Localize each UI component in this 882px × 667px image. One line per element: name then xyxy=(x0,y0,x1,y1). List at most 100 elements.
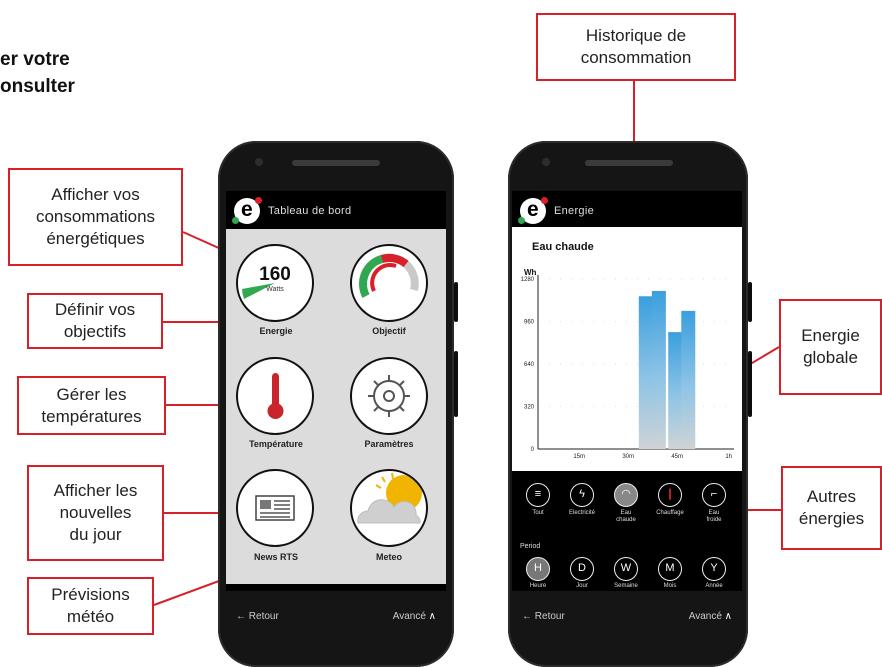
power-button xyxy=(454,282,458,322)
tile-temperature-label: Température xyxy=(249,439,303,449)
newspaper-icon xyxy=(255,495,295,521)
callout-energie-globale: Energie globale xyxy=(779,299,882,395)
back-label: Retour xyxy=(534,610,565,622)
tile-meteo-label: Meteo xyxy=(375,552,402,562)
callout-afficher-consommations: Afficher vos consommations énergétiques xyxy=(8,168,183,266)
callout-definir-objectifs: Définir vos objectifs xyxy=(27,293,163,349)
period-jour-label: Jour xyxy=(576,583,588,589)
tile-meteo[interactable] xyxy=(350,469,428,547)
dashboard-app-bar: e Tableau de bord xyxy=(226,191,446,231)
period-annee-label: Année xyxy=(705,583,723,589)
chart-bar xyxy=(668,332,683,449)
advanced-button[interactable]: Avancé ∧ xyxy=(689,611,732,622)
faucet-icon: ⌐ xyxy=(710,488,718,500)
tile-parametres-label: Paramètres xyxy=(364,439,414,449)
lightning-icon: ϟ xyxy=(579,488,585,500)
phone-dashboard: e Tableau de bord 160 Watts Energie Obje… xyxy=(218,141,458,667)
energy-electricite-button[interactable]: ϟ xyxy=(570,483,594,507)
objectif-gauge-icon xyxy=(358,253,419,298)
energy-tout-label: Tout xyxy=(532,510,544,516)
dashboard-bottom-bar: ← Retour Avancé ∧ xyxy=(226,603,446,629)
callout-autres-energies: Autres énergies xyxy=(781,466,882,550)
energy-tout-button[interactable]: ≡ xyxy=(526,483,550,507)
tile-temperature[interactable] xyxy=(236,357,314,435)
tiles-panel: 160 Watts Energie Objectif Température P… xyxy=(226,229,446,584)
back-arrow-icon: ← xyxy=(522,610,535,622)
period-semaine-button[interactable]: W xyxy=(614,557,638,581)
chevron-up-icon: ∧ xyxy=(721,610,732,622)
thermometer-icon: ❙ xyxy=(665,488,675,500)
chart-panel: Eau chaude 0 320 640 960 1280 Wh 15m 30m 45m 1h xyxy=(512,227,742,471)
y-tick-label: 320 xyxy=(524,405,535,411)
x-tick-label: 15m xyxy=(573,454,585,460)
period-mois-button[interactable]: M xyxy=(658,557,682,581)
energy-eau-chaude-label: Eau chaude xyxy=(616,510,636,523)
y-tick-label: 0 xyxy=(531,447,535,453)
chevron-up-icon: ∧ xyxy=(425,610,436,622)
front-camera xyxy=(542,158,550,166)
chart-bar xyxy=(651,290,666,449)
tile-parametres[interactable] xyxy=(350,357,428,435)
consumption-chart: 0 320 640 960 1280Wh 15m 30m 45m 1h xyxy=(521,268,734,460)
volume-button xyxy=(748,351,752,417)
period-heure-button[interactable]: H xyxy=(526,557,550,581)
energy-type-row: ≡ Tout ϟ Electricité ◠ Eau chaude ❙ Chau… xyxy=(512,477,742,535)
energy-eau-chaude-button[interactable]: ◠ xyxy=(614,483,638,507)
energy-logo-icon: e xyxy=(518,197,548,224)
tile-objectif-label: Objectif xyxy=(372,326,406,336)
energy-chauffage-button[interactable]: ❙ xyxy=(658,483,682,507)
energy-electricite-label: Electricité xyxy=(568,510,595,516)
front-camera xyxy=(255,158,263,166)
y-tick-label: 640 xyxy=(524,362,535,368)
speaker-grille xyxy=(585,160,673,166)
energie-unit: Watts xyxy=(266,286,284,293)
tile-news[interactable] xyxy=(236,469,314,547)
callout-historique: Historique de consommation xyxy=(536,13,736,81)
stack-icon: ≡ xyxy=(534,488,542,500)
energy-eau-froide-button[interactable]: ⌐ xyxy=(702,483,726,507)
x-tick-label: 45m xyxy=(671,454,683,460)
tile-energie[interactable]: 160 Watts xyxy=(236,244,314,322)
phone-energie: e Energie Eau chaude 0 320 640 960 1280 Wh 15m… xyxy=(508,141,752,667)
thermometer-icon xyxy=(267,373,284,419)
speaker-grille xyxy=(292,160,380,166)
drop-icon: ◠ xyxy=(621,488,631,500)
energy-eau-froide-label: Eau froide xyxy=(706,510,722,523)
energy-chauffage-label: Chauffage xyxy=(656,510,684,516)
callout-gerer-temperatures: Gérer les températures xyxy=(17,376,166,435)
x-tick-label: 30m xyxy=(622,454,634,460)
tile-energie-label: Energie xyxy=(259,326,293,336)
sun-cloud-icon xyxy=(357,472,422,524)
x-tick-label: 1h xyxy=(725,454,732,460)
tile-objectif[interactable] xyxy=(350,244,428,322)
energie-value: 160 xyxy=(259,264,291,285)
y-tick-label: 960 xyxy=(524,320,535,326)
back-arrow-icon: ← xyxy=(236,610,249,622)
gear-icon xyxy=(368,375,410,417)
back-label: Retour xyxy=(248,610,279,622)
chart-bar xyxy=(638,296,653,449)
callout-previsions-meteo: Prévisions météo xyxy=(27,577,154,635)
power-button xyxy=(748,282,752,322)
period-mois-label: Mois xyxy=(663,583,677,589)
chart-bar xyxy=(681,310,696,449)
advanced-label: Avancé xyxy=(392,610,426,622)
period-jour-button[interactable]: D xyxy=(570,557,594,581)
period-label: Period xyxy=(520,543,541,550)
dashboard-title: Tableau de bord xyxy=(268,205,352,217)
back-button[interactable]: ← Retour xyxy=(522,611,565,622)
volume-button xyxy=(454,351,458,417)
y-tick-label: 1280 xyxy=(521,277,535,283)
period-annee-button[interactable]: Y xyxy=(702,557,726,581)
back-button[interactable]: ← Retour xyxy=(236,611,279,622)
advanced-button[interactable]: Avancé ∧ xyxy=(393,611,436,622)
advanced-label: Avancé xyxy=(688,610,722,622)
period-heure-label: Heure xyxy=(529,583,547,589)
energie-bottom-bar: ← Retour Avancé ∧ xyxy=(512,603,742,629)
callout-afficher-nouvelles: Afficher les nouvelles du jour xyxy=(27,465,164,561)
period-row: H Heure D Jour W Semaine M Mois Y Année xyxy=(512,553,742,591)
energy-logo-icon: e xyxy=(232,197,262,224)
period-semaine-label: Semaine xyxy=(614,583,638,589)
energie-app-bar: e Energie xyxy=(512,191,742,231)
dashboard-screen: e Tableau de bord 160 Watts Energie Obje… xyxy=(226,191,446,591)
